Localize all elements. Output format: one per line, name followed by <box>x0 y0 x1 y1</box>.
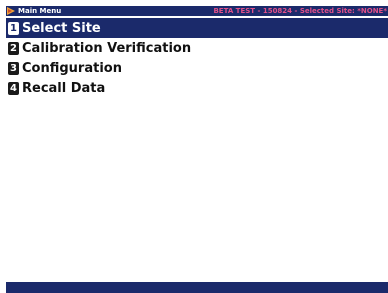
menu-item-recall-data[interactable]: 4 Recall Data <box>6 78 388 98</box>
menu-item-label: Select Site <box>22 20 101 36</box>
menu-item-select-site[interactable]: 1 Select Site <box>6 18 388 38</box>
app-flag-icon <box>7 7 15 15</box>
menu-number-badge: 2 <box>8 41 19 55</box>
main-menu-window: Main Menu BETA TEST - 150824 - Selected … <box>0 0 388 293</box>
main-menu-list: 1 Select Site 2 Calibration Verification… <box>6 18 388 98</box>
menu-item-configuration[interactable]: 3 Configuration <box>6 58 388 78</box>
menu-item-label: Recall Data <box>22 80 106 96</box>
menu-item-label: Calibration Verification <box>22 40 192 56</box>
menu-item-calibration-verification[interactable]: 2 Calibration Verification <box>6 38 388 58</box>
menu-number-badge: 1 <box>8 21 19 35</box>
window-title: Main Menu <box>18 7 62 15</box>
menu-item-label: Configuration <box>22 60 122 76</box>
bottom-status-bar <box>6 282 388 293</box>
menu-number-badge: 3 <box>8 61 19 75</box>
status-text: BETA TEST - 150824 - Selected Site: *NON… <box>213 7 387 15</box>
title-bar: Main Menu BETA TEST - 150824 - Selected … <box>6 6 388 16</box>
menu-number-badge: 4 <box>8 81 19 95</box>
